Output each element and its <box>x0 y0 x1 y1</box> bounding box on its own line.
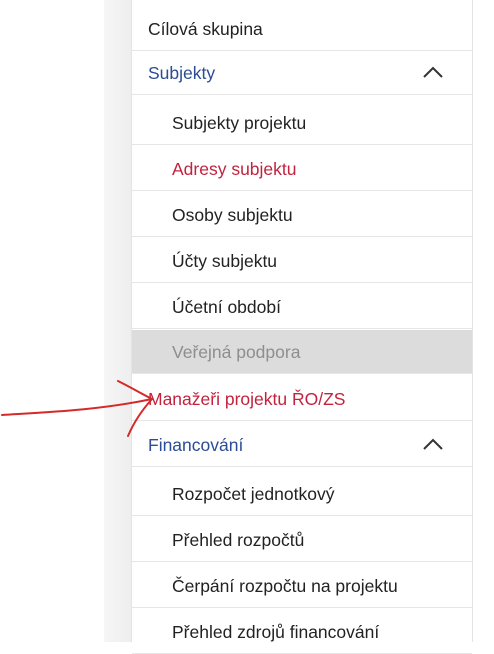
menu-item-cerpani-rozpoctu[interactable]: Čerpání rozpočtu na projektu <box>132 564 472 608</box>
menu-item-subjekty-projektu[interactable]: Subjekty projektu <box>132 101 472 145</box>
menu-item-label: Adresy subjektu <box>172 159 297 179</box>
chevron-up-icon[interactable] <box>422 436 444 452</box>
project-side-menu: Cílová skupina Subjekty Subjekty projekt… <box>131 0 473 654</box>
page-gutter <box>104 0 131 642</box>
menu-item-ucetni-obdobi[interactable]: Účetní období <box>132 285 472 329</box>
menu-item-rozpocet-jednotkovy[interactable]: Rozpočet jednotkový <box>132 472 472 516</box>
menu-item-cilova-skupina[interactable]: Cílová skupina <box>132 7 472 51</box>
menu-item-label: Čerpání rozpočtu na projektu <box>172 576 398 596</box>
chevron-up-icon[interactable] <box>422 64 444 80</box>
menu-item-verejna-podpora: Veřejná podpora <box>132 330 472 374</box>
menu-item-osoby-subjektu[interactable]: Osoby subjektu <box>132 193 472 237</box>
menu-item-label: Manažeři projektu ŘO/ZS <box>148 389 346 409</box>
menu-item-label: Účetní období <box>172 297 281 317</box>
menu-item-adresy-subjektu[interactable]: Adresy subjektu <box>132 147 472 191</box>
menu-item-label: Cílová skupina <box>148 19 263 39</box>
menu-item-ucty-subjektu[interactable]: Účty subjektu <box>132 239 472 283</box>
menu-section-financovani[interactable]: Financování <box>132 423 472 467</box>
menu-item-label: Osoby subjektu <box>172 205 293 225</box>
menu-item-manazeri-projektu[interactable]: Manažeři projektu ŘO/ZS <box>132 377 472 421</box>
menu-item-label: Subjekty projektu <box>172 113 307 133</box>
menu-item-prehled-zdroju[interactable]: Přehled zdrojů financování <box>132 610 472 654</box>
menu-section-label: Subjekty <box>148 63 216 83</box>
menu-item-label: Účty subjektu <box>172 251 278 271</box>
menu-item-label: Přehled rozpočtů <box>172 530 305 550</box>
menu-section-subjekty[interactable]: Subjekty <box>132 51 472 95</box>
menu-item-label: Rozpočet jednotkový <box>172 484 335 504</box>
menu-section-label: Financování <box>148 435 244 455</box>
menu-item-label: Veřejná podpora <box>172 342 301 362</box>
menu-item-label: Přehled zdrojů financování <box>172 622 380 642</box>
menu-item-prehled-rozpoctu[interactable]: Přehled rozpočtů <box>132 518 472 562</box>
